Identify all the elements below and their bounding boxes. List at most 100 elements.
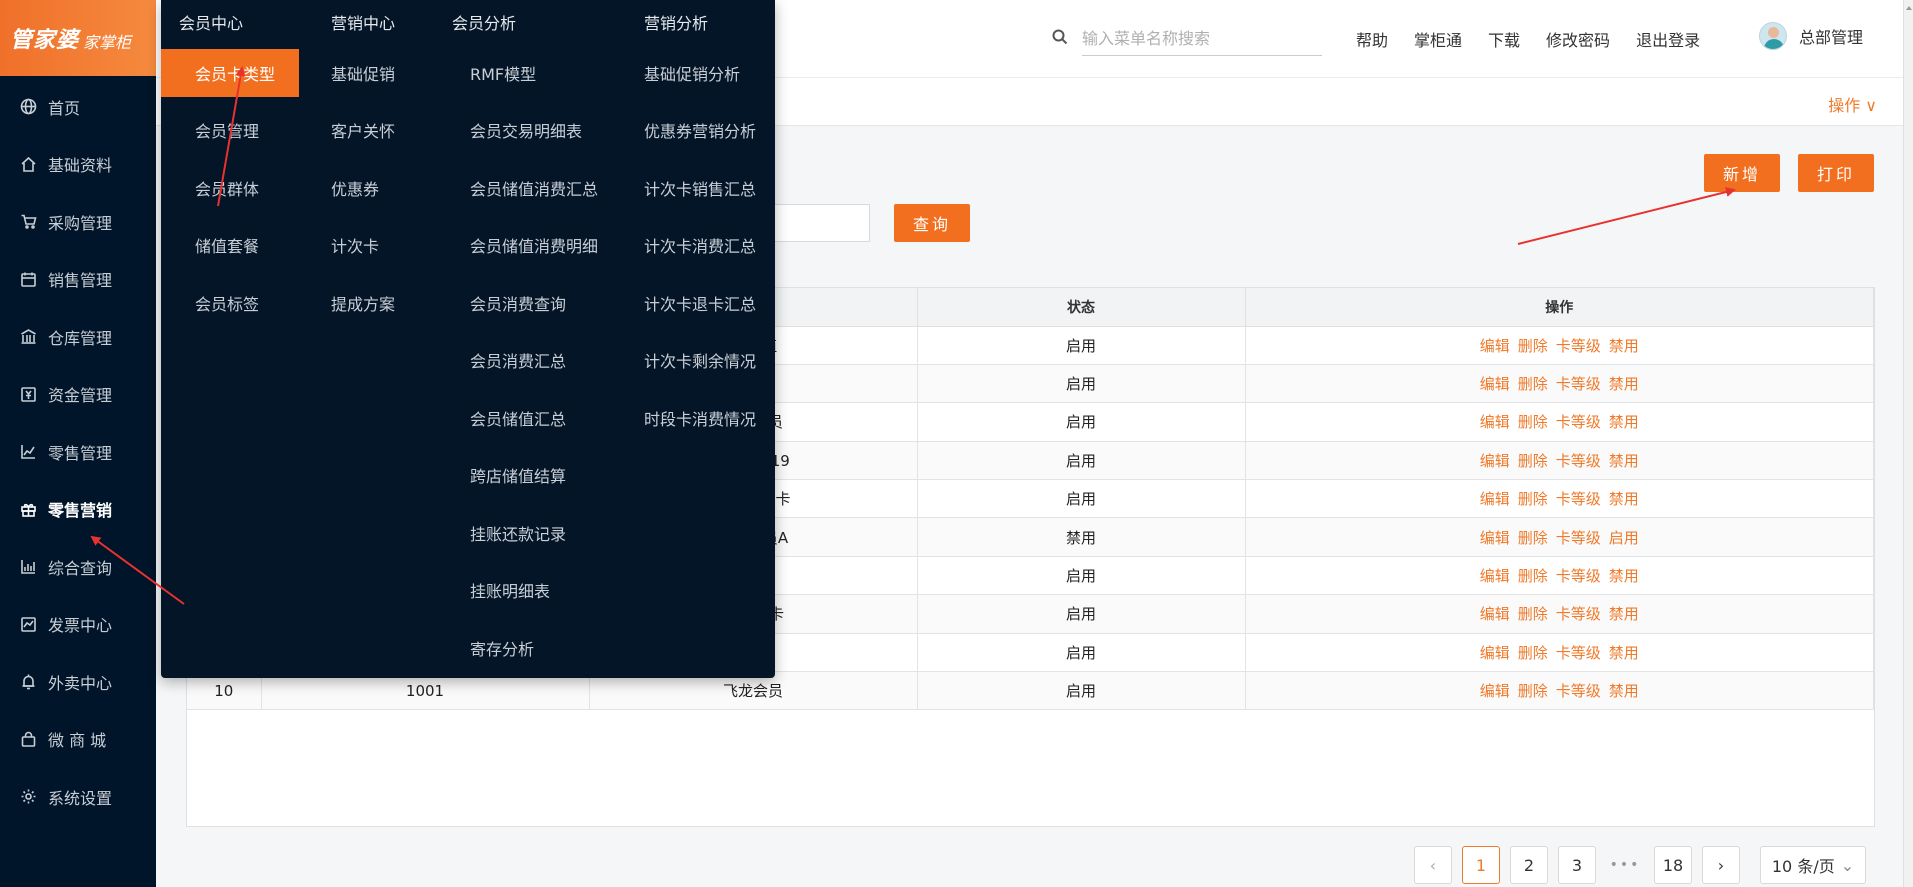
mega-menu-item[interactable]: 计次卡 <box>331 217 451 275</box>
edit-link[interactable]: 编辑 <box>1480 605 1510 623</box>
edit-link[interactable]: 编辑 <box>1480 644 1510 662</box>
mega-menu-item[interactable]: 跨店储值结算 <box>452 447 642 505</box>
delete-link[interactable]: 删除 <box>1518 452 1548 470</box>
mega-menu-item[interactable]: 会员管理 <box>161 102 299 160</box>
user-menu[interactable]: 总部管理 <box>1759 22 1863 50</box>
card-level-link[interactable]: 卡等级 <box>1556 413 1601 431</box>
header-link[interactable]: 修改密码 <box>1546 27 1610 51</box>
mega-menu-item[interactable]: 会员储值汇总 <box>452 389 642 447</box>
toggle-status-link[interactable]: 禁用 <box>1609 490 1639 508</box>
card-level-link[interactable]: 卡等级 <box>1556 337 1601 355</box>
sidebar-item[interactable]: 发票中心 <box>0 596 156 654</box>
toggle-status-link[interactable]: 启用 <box>1609 529 1639 547</box>
sidebar-item[interactable]: 首页 <box>0 78 156 136</box>
sidebar-item[interactable]: 零售管理 <box>0 423 156 481</box>
search-icon[interactable] <box>1052 29 1068 49</box>
delete-link[interactable]: 删除 <box>1518 644 1548 662</box>
mega-menu-item[interactable]: 会员消费查询 <box>452 274 642 332</box>
mega-menu-item[interactable]: 计次卡销售汇总 <box>626 159 775 217</box>
header-link[interactable]: 掌柜通 <box>1414 27 1462 51</box>
mega-menu-item[interactable]: 计次卡剩余情况 <box>626 332 775 390</box>
card-level-link[interactable]: 卡等级 <box>1556 644 1601 662</box>
delete-link[interactable]: 删除 <box>1518 413 1548 431</box>
toggle-status-link[interactable]: 禁用 <box>1609 413 1639 431</box>
card-level-link[interactable]: 卡等级 <box>1556 452 1601 470</box>
card-level-link[interactable]: 卡等级 <box>1556 567 1601 585</box>
mega-menu-item[interactable]: 客户关怀 <box>331 102 451 160</box>
toggle-status-link[interactable]: 禁用 <box>1609 605 1639 623</box>
delete-link[interactable]: 删除 <box>1518 490 1548 508</box>
sidebar-item[interactable]: 零售营销 <box>0 481 156 539</box>
page-button[interactable]: 2 <box>1510 846 1548 884</box>
mega-menu-item[interactable]: 优惠券营销分析 <box>626 102 775 160</box>
mega-menu-item[interactable]: 挂账明细表 <box>452 562 642 620</box>
sidebar-item[interactable]: 采购管理 <box>0 193 156 251</box>
edit-link[interactable]: 编辑 <box>1480 452 1510 470</box>
mega-menu-item[interactable]: RMF模型 <box>452 44 642 102</box>
mega-menu-item[interactable]: 计次卡消费汇总 <box>626 217 775 275</box>
toggle-status-link[interactable]: 禁用 <box>1609 682 1639 700</box>
mega-menu-item[interactable]: 储值套餐 <box>161 217 299 275</box>
query-button[interactable]: 查询 <box>894 204 970 242</box>
page-button[interactable]: 3 <box>1558 846 1596 884</box>
sidebar-item[interactable]: 基础资料 <box>0 136 156 194</box>
sidebar-item[interactable]: 微 商 城 <box>0 711 156 769</box>
mega-menu-item[interactable]: 会员交易明细表 <box>452 102 642 160</box>
sidebar-item[interactable]: 仓库管理 <box>0 308 156 366</box>
mega-menu-item[interactable]: 基础促销 <box>331 44 451 102</box>
mega-menu-item[interactable]: 时段卡消费情况 <box>626 389 775 447</box>
toggle-status-link[interactable]: 禁用 <box>1609 375 1639 393</box>
page-button[interactable]: 1 <box>1462 846 1500 884</box>
card-level-link[interactable]: 卡等级 <box>1556 605 1601 623</box>
delete-link[interactable]: 删除 <box>1518 682 1548 700</box>
edit-link[interactable]: 编辑 <box>1480 375 1510 393</box>
sidebar-item[interactable]: 综合查询 <box>0 538 156 596</box>
card-level-link[interactable]: 卡等级 <box>1556 490 1601 508</box>
page-button[interactable]: 18 <box>1654 846 1692 884</box>
delete-link[interactable]: 删除 <box>1518 375 1548 393</box>
mega-menu-item[interactable]: 基础促销分析 <box>626 44 775 102</box>
toggle-status-link[interactable]: 禁用 <box>1609 644 1639 662</box>
mega-menu-item[interactable]: 会员储值消费汇总 <box>452 159 642 217</box>
mega-menu-item[interactable]: 会员群体 <box>161 159 299 217</box>
header-link[interactable]: 退出登录 <box>1636 27 1700 51</box>
edit-link[interactable]: 编辑 <box>1480 413 1510 431</box>
sidebar-item[interactable]: 系统设置 <box>0 768 156 826</box>
card-level-link[interactable]: 卡等级 <box>1556 682 1601 700</box>
mega-menu-item[interactable]: 会员卡类型 <box>161 49 299 97</box>
toggle-status-link[interactable]: 禁用 <box>1609 567 1639 585</box>
edit-link[interactable]: 编辑 <box>1480 490 1510 508</box>
next-page-button[interactable]: › <box>1702 846 1740 884</box>
add-button[interactable]: 新增 <box>1704 154 1780 192</box>
delete-link[interactable]: 删除 <box>1518 337 1548 355</box>
page-scrollbar[interactable] <box>1903 0 1913 887</box>
mega-menu-item[interactable]: 会员标签 <box>161 274 299 332</box>
tab-operations-dropdown[interactable]: 操作 ∨ <box>1828 92 1877 116</box>
edit-link[interactable]: 编辑 <box>1480 682 1510 700</box>
mega-menu-item[interactable]: 优惠券 <box>331 159 451 217</box>
delete-link[interactable]: 删除 <box>1518 567 1548 585</box>
print-button[interactable]: 打印 <box>1798 154 1874 192</box>
page-size-select[interactable]: 10 条/页 ⌄ <box>1760 846 1866 884</box>
prev-page-button[interactable]: ‹ <box>1414 846 1452 884</box>
mega-menu-item[interactable]: 寄存分析 <box>452 619 642 677</box>
delete-link[interactable]: 删除 <box>1518 605 1548 623</box>
sidebar-item[interactable]: 资金管理 <box>0 366 156 424</box>
mega-menu-item[interactable]: 会员消费汇总 <box>452 332 642 390</box>
card-level-link[interactable]: 卡等级 <box>1556 529 1601 547</box>
card-level-link[interactable]: 卡等级 <box>1556 375 1601 393</box>
search-input[interactable] <box>1082 22 1322 56</box>
delete-link[interactable]: 删除 <box>1518 529 1548 547</box>
sidebar-item[interactable]: 外卖中心 <box>0 653 156 711</box>
toggle-status-link[interactable]: 禁用 <box>1609 452 1639 470</box>
toggle-status-link[interactable]: 禁用 <box>1609 337 1639 355</box>
mega-menu-item[interactable]: 挂账还款记录 <box>452 504 642 562</box>
header-link[interactable]: 帮助 <box>1356 27 1388 51</box>
mega-menu-item[interactable]: 计次卡退卡汇总 <box>626 274 775 332</box>
mega-menu-item[interactable]: 会员储值消费明细 <box>452 217 642 275</box>
edit-link[interactable]: 编辑 <box>1480 567 1510 585</box>
edit-link[interactable]: 编辑 <box>1480 529 1510 547</box>
mega-menu-item[interactable]: 提成方案 <box>331 274 451 332</box>
sidebar-item[interactable]: 销售管理 <box>0 251 156 309</box>
header-link[interactable]: 下载 <box>1488 27 1520 51</box>
